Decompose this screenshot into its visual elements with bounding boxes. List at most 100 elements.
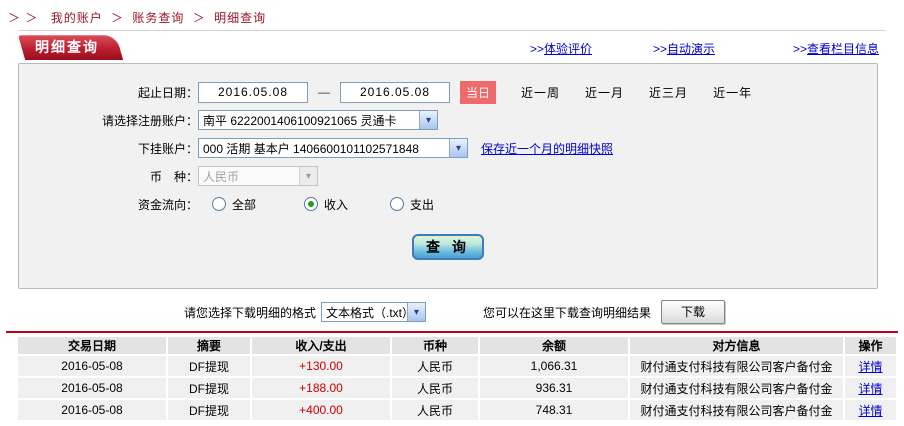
breadcrumb-item-my-account[interactable]: 我的账户: [51, 11, 103, 25]
col-header-action: 操作: [845, 337, 896, 354]
quick-range-week[interactable]: 近一周: [521, 84, 560, 101]
breadcrumb-separator: ＞: [192, 11, 206, 25]
auto-demo-link[interactable]: >>自动演示: [653, 40, 715, 57]
flow-option-all[interactable]: 全部: [212, 196, 256, 213]
auto-demo-label: 自动演示: [667, 42, 716, 56]
quick-range-quarter[interactable]: 近三月: [649, 84, 688, 101]
chevron-down-icon: ▾: [449, 139, 467, 157]
registered-account-row: 请选择注册账户： 南平 6222001406100921065 灵通卡 ▾: [19, 106, 877, 134]
sub-account-value: 000 活期 基本户 1406600101102571848: [203, 141, 419, 156]
cell-summary: DF提现: [168, 356, 252, 376]
cell-currency: 人民币: [392, 378, 480, 398]
chevron-down-icon: ▾: [419, 111, 437, 129]
col-header-date: 交易日期: [18, 337, 168, 354]
cell-counterparty: 财付通支付科技有限公司客户备付金: [630, 356, 845, 376]
cell-date: 2016-05-08: [18, 356, 168, 376]
download-hint: 您可以在这里下载查询明细结果: [483, 305, 652, 320]
cell-amount: +188.00: [252, 378, 392, 398]
cell-currency: 人民币: [392, 400, 480, 420]
sub-account-select[interactable]: 000 活期 基本户 1406600101102571848 ▾: [198, 138, 468, 158]
download-format-label: 请您选择下载明细的格式: [184, 305, 317, 320]
detail-link[interactable]: 详情: [858, 360, 882, 374]
chevron-down-icon: ▾: [299, 167, 317, 185]
breadcrumb-arrows: ＞ ＞: [8, 11, 39, 25]
chevron-down-icon: ▾: [407, 303, 426, 321]
breadcrumb-separator: ＞: [111, 11, 125, 25]
currency-row: 币 种： 人民币 ▾: [19, 162, 877, 190]
table-row: 2016-05-08 DF提现 +130.00 人民币 1,066.31 财付通…: [18, 356, 896, 376]
sub-account-row: 下挂账户： 000 活期 基本户 1406600101102571848 ▾ 保…: [19, 134, 877, 162]
fund-flow-radio-group: 全部 收入 支出: [198, 196, 434, 213]
download-bar: 请您选择下载明细的格式 文本格式（.txt） ▾ 您可以在这里下载查询明细结果 …: [0, 299, 904, 325]
download-button[interactable]: 下载: [661, 300, 726, 324]
online-banking-detail-query-page: ＞ ＞ 我的账户 ＞ 账务查询 ＞ 明细查询 明细查询 >>体验评价 >>自动演…: [0, 0, 904, 426]
download-format-value: 文本格式（.txt）: [326, 305, 408, 320]
link-prefix: >>: [653, 42, 668, 56]
query-button[interactable]: 查 询: [412, 234, 484, 260]
table-header-row: 交易日期 摘要 收入/支出 币种 余额 对方信息 操作: [18, 337, 896, 354]
tab-label: 明细查询: [35, 39, 99, 55]
fund-flow-row: 资金流向： 全部 收入 支出: [19, 190, 877, 218]
cell-date: 2016-05-08: [18, 400, 168, 420]
currency-select-disabled: 人民币 ▾: [198, 166, 318, 186]
cell-counterparty: 财付通支付科技有限公司客户备付金: [630, 400, 845, 420]
registered-account-label: 请选择注册账户：: [101, 113, 198, 128]
radio-icon[interactable]: [212, 197, 226, 211]
breadcrumb: ＞ ＞ 我的账户 ＞ 账务查询 ＞ 明细查询: [8, 9, 266, 26]
cell-balance: 936.31: [480, 378, 630, 398]
flow-option-expense[interactable]: 支出: [390, 196, 434, 213]
experience-rating-label: 体验评价: [544, 42, 593, 56]
col-header-amount: 收入/支出: [252, 337, 392, 354]
cell-date: 2016-05-08: [18, 378, 168, 398]
currency-label: 币 种：: [149, 169, 198, 184]
cell-amount: +400.00: [252, 400, 392, 420]
cell-counterparty: 财付通支付科技有限公司客户备付金: [630, 378, 845, 398]
col-header-currency: 币种: [392, 337, 480, 354]
date-to-input[interactable]: [340, 81, 450, 103]
cell-balance: 1,066.31: [480, 356, 630, 376]
table-row: 2016-05-08 DF提现 +400.00 人民币 748.31 财付通支付…: [18, 400, 896, 420]
cell-currency: 人民币: [392, 356, 480, 376]
cell-amount: +130.00: [252, 356, 392, 376]
col-header-summary: 摘要: [168, 337, 252, 354]
view-column-info-label: 查看栏目信息: [807, 42, 880, 56]
query-form-panel: 起止日期： — 当日 近一周 近一月 近三月 近一年 请选择注册账户： 南平 6…: [18, 63, 878, 289]
table-row: 2016-05-08 DF提现 +188.00 人民币 936.31 财付通支付…: [18, 378, 896, 398]
sub-account-label: 下挂账户：: [137, 141, 198, 156]
quick-range-year[interactable]: 近一年: [713, 84, 752, 101]
registered-account-select[interactable]: 南平 6222001406100921065 灵通卡 ▾: [198, 110, 438, 130]
table-top-divider: [6, 331, 898, 333]
date-from-input[interactable]: [198, 81, 308, 103]
flow-option-income-label: 收入: [324, 197, 349, 212]
breadcrumb-item-detail-query[interactable]: 明细查询: [214, 11, 266, 25]
cell-summary: DF提现: [168, 400, 252, 420]
link-prefix: >>: [530, 42, 545, 56]
transactions-table: 交易日期 摘要 收入/支出 币种 余额 对方信息 操作 2016-05-08 D…: [18, 335, 896, 422]
cell-balance: 748.31: [480, 400, 630, 420]
radio-icon[interactable]: [304, 197, 319, 211]
tab-detail-query[interactable]: 明细查询: [18, 35, 124, 60]
breadcrumb-item-account-query[interactable]: 账务查询: [132, 11, 184, 25]
date-separator: —: [318, 85, 330, 99]
radio-icon[interactable]: [390, 197, 405, 211]
cell-summary: DF提现: [168, 378, 252, 398]
download-format-select[interactable]: 文本格式（.txt） ▾: [321, 302, 427, 322]
date-range-row: 起止日期： — 当日 近一周 近一月 近三月 近一年: [19, 78, 877, 106]
flow-option-expense-label: 支出: [410, 197, 435, 212]
fund-flow-label: 资金流向：: [137, 197, 198, 212]
currency-value: 人民币: [203, 169, 240, 184]
detail-link[interactable]: 详情: [858, 404, 882, 418]
col-header-balance: 余额: [480, 337, 630, 354]
link-prefix: >>: [793, 42, 808, 56]
detail-link[interactable]: 详情: [858, 382, 882, 396]
view-column-info-link[interactable]: >>查看栏目信息: [793, 40, 879, 57]
date-range-label: 起止日期：: [137, 85, 198, 100]
quick-range-month[interactable]: 近一月: [585, 84, 624, 101]
quick-range-today[interactable]: 当日: [460, 80, 497, 104]
col-header-counterparty: 对方信息: [630, 337, 845, 354]
flow-option-income[interactable]: 收入: [304, 196, 348, 213]
experience-rating-link[interactable]: >>体验评价: [530, 40, 592, 57]
flow-option-all-label: 全部: [232, 197, 257, 212]
save-monthly-snapshot-link[interactable]: 保存近一个月的明细快照: [481, 140, 613, 157]
header-divider: [18, 30, 886, 31]
